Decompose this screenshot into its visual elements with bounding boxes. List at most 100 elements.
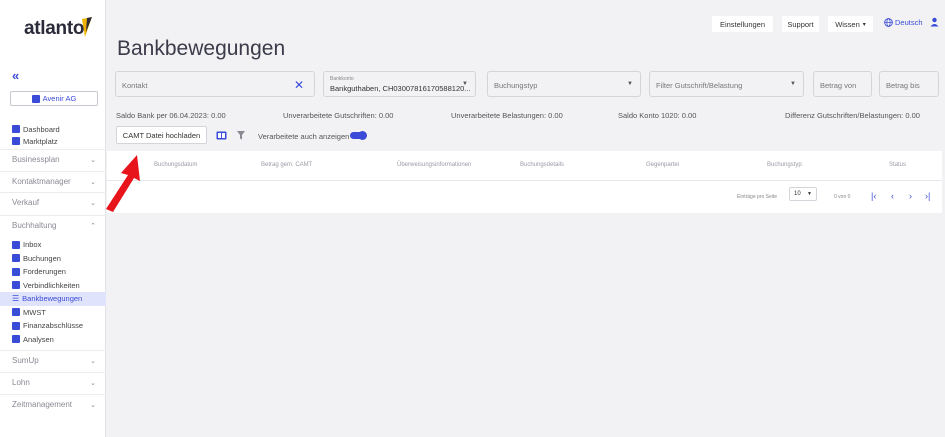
column-header[interactable]: Buchungsdatum bbox=[154, 162, 197, 168]
booking-type-placeholder: Buchungstyp bbox=[494, 81, 538, 90]
export-icon[interactable] bbox=[216, 131, 227, 140]
sidebar-section-sumup[interactable]: SumUp ⌄ bbox=[0, 350, 106, 370]
sidebar-item-label: Finanzabschlüsse bbox=[23, 321, 84, 331]
sidebar-item-finanzabschluesse[interactable]: Finanzabschlüsse bbox=[0, 319, 106, 333]
sidebar-section-lohn[interactable]: Lohn ⌄ bbox=[0, 372, 106, 392]
account-balance: Saldo Konto 1020: 0.00 bbox=[618, 111, 697, 120]
analytics-icon bbox=[12, 335, 20, 344]
sidebar-section-verkauf[interactable]: Verkauf ⌄ bbox=[0, 192, 106, 212]
section-label: Businessplan bbox=[12, 155, 60, 164]
rows-per-page-select[interactable]: 10 ▼ bbox=[789, 187, 817, 201]
chevron-up-icon: ⌃ bbox=[90, 222, 96, 230]
brand-logo[interactable]: atlanto bbox=[24, 18, 84, 40]
first-page-icon[interactable]: |‹ bbox=[871, 191, 876, 201]
column-header[interactable]: Status bbox=[889, 162, 906, 168]
page-range: 0 von 0 bbox=[834, 194, 851, 200]
globe-icon bbox=[884, 18, 893, 27]
column-header[interactable]: Buchungstyp bbox=[767, 162, 802, 168]
contact-filter-input[interactable]: Kontakt ✕ bbox=[115, 71, 315, 97]
camt-upload-button[interactable]: CAMT Datei hochladen bbox=[116, 126, 207, 144]
sidebar-section-businessplan[interactable]: Businessplan ⌄ bbox=[0, 149, 106, 169]
unprocessed-debits: Unverarbeitete Belastungen: 0.00 bbox=[451, 111, 563, 120]
chevron-down-icon: ▼ bbox=[790, 81, 796, 87]
sidebar-item-label: Marktplatz bbox=[23, 136, 58, 146]
sidebar-item-bankbewegungen[interactable]: ☰ Bankbewegungen bbox=[0, 292, 106, 306]
company-selector[interactable]: Avenir AG bbox=[10, 91, 98, 106]
sidebar-item-verbindlichkeiten[interactable]: Verbindlichkeiten bbox=[0, 279, 106, 293]
sidebar-item-buchungen[interactable]: Buchungen bbox=[0, 252, 106, 266]
sidebar-item-analysen[interactable]: Analysen bbox=[0, 333, 106, 347]
chevron-down-icon: ▼ bbox=[807, 191, 812, 197]
filter-icon[interactable] bbox=[237, 131, 245, 140]
ledger-icon bbox=[12, 254, 20, 263]
contact-placeholder: Kontakt bbox=[122, 81, 148, 90]
language-label: Deutsch bbox=[895, 18, 923, 27]
store-icon bbox=[12, 137, 20, 145]
sidebar-item-dashboard[interactable]: Dashboard bbox=[0, 124, 106, 134]
amount-to-input[interactable]: Betrag bis bbox=[879, 71, 939, 97]
clear-icon[interactable]: ✕ bbox=[294, 78, 304, 92]
sidebar-section-kontaktmanager[interactable]: Kontaktmanager ⌄ bbox=[0, 171, 106, 191]
section-label: Lohn bbox=[12, 378, 30, 387]
chevron-down-icon: ⌄ bbox=[90, 401, 96, 409]
chevron-down-icon: ▼ bbox=[627, 81, 633, 87]
dashboard-icon bbox=[12, 125, 20, 133]
logo-mark-icon bbox=[82, 17, 92, 37]
sidebar-section-zeitmanagement[interactable]: Zeitmanagement ⌄ bbox=[0, 394, 106, 414]
section-label: Buchhaltung bbox=[12, 221, 57, 230]
user-icon[interactable] bbox=[930, 17, 939, 27]
amount-from-placeholder: Betrag von bbox=[820, 81, 857, 90]
collapse-sidebar-button[interactable]: « bbox=[12, 68, 19, 83]
column-header[interactable]: Überweisungsinformationen bbox=[397, 162, 471, 168]
chevron-down-icon: ⌄ bbox=[90, 178, 96, 186]
transactions-table: Buchungsdatum Betrag gem. CAMT Überweisu… bbox=[107, 151, 942, 213]
amount-from-input[interactable]: Betrag von bbox=[813, 71, 872, 97]
report-icon bbox=[12, 321, 20, 330]
sidebar-item-label: Bankbewegungen bbox=[22, 294, 83, 304]
amount-to-placeholder: Betrag bis bbox=[886, 81, 920, 90]
chevron-down-icon: ▼ bbox=[462, 81, 468, 87]
chevron-down-icon: ▾ bbox=[862, 21, 866, 28]
credit-debit-filter-select[interactable]: Filter Gutschrift/Belastung ▼ bbox=[649, 71, 804, 97]
rows-per-page-value: 10 bbox=[794, 191, 801, 197]
company-name: Avenir AG bbox=[42, 94, 77, 103]
list-icon: ☰ bbox=[12, 294, 20, 304]
sidebar-item-forderungen[interactable]: Forderungen bbox=[0, 265, 106, 279]
sidebar-item-label: MWST bbox=[23, 307, 46, 317]
column-header[interactable]: Betrag gem. CAMT bbox=[261, 162, 312, 168]
sidebar-section-buchhaltung[interactable]: Buchhaltung ⌃ bbox=[0, 215, 106, 235]
building-icon bbox=[31, 94, 40, 103]
section-label: SumUp bbox=[12, 356, 39, 365]
sidebar: atlanto « Avenir AG Dashboard Marktplatz… bbox=[0, 0, 106, 437]
bank-account-select[interactable]: Bankkonto Bankguthaben, CH03007816170588… bbox=[323, 71, 476, 97]
difference-balance: Differenz Gutschriften/Belastungen: 0.00 bbox=[785, 111, 920, 120]
sidebar-item-label: Verbindlichkeiten bbox=[23, 280, 80, 290]
unprocessed-credits: Unverarbeitete Gutschriften: 0.00 bbox=[283, 111, 394, 120]
chevron-down-icon: ⌄ bbox=[90, 379, 96, 387]
support-button[interactable]: Support bbox=[782, 16, 819, 32]
show-processed-label: Verarbeitete auch anzeigen bbox=[258, 132, 350, 141]
next-page-icon[interactable]: › bbox=[909, 191, 912, 201]
wissen-menu[interactable]: Wissen ▾ bbox=[828, 16, 873, 32]
sidebar-item-label: Analysen bbox=[23, 334, 54, 344]
table-divider bbox=[107, 180, 942, 181]
show-processed-toggle[interactable] bbox=[350, 131, 367, 140]
annotation-arrow-icon bbox=[106, 155, 140, 212]
column-header[interactable]: Buchungsdetails bbox=[520, 162, 564, 168]
sidebar-item-mwst[interactable]: MWST bbox=[0, 306, 106, 320]
section-label: Kontaktmanager bbox=[12, 177, 71, 186]
last-page-icon[interactable]: ›| bbox=[925, 191, 930, 201]
column-header[interactable]: Gegenpartei bbox=[646, 162, 679, 168]
sidebar-item-inbox[interactable]: Inbox bbox=[0, 238, 106, 252]
inbox-icon bbox=[12, 240, 20, 249]
language-selector[interactable]: Deutsch bbox=[884, 18, 923, 27]
prev-page-icon[interactable]: ‹ bbox=[891, 191, 894, 201]
booking-type-select[interactable]: Buchungstyp ▼ bbox=[487, 71, 641, 97]
section-label: Verkauf bbox=[12, 198, 40, 207]
sidebar-item-marktplatz[interactable]: Marktplatz bbox=[0, 136, 106, 146]
sidebar-item-label: Buchungen bbox=[23, 253, 61, 263]
page-title: Bankbewegungen bbox=[117, 37, 286, 60]
settings-button[interactable]: Einstellungen bbox=[712, 16, 773, 32]
chevron-down-icon: ⌄ bbox=[90, 199, 96, 207]
bank-account-value: Bankguthaben, CH03007816170588120... bbox=[330, 84, 471, 93]
